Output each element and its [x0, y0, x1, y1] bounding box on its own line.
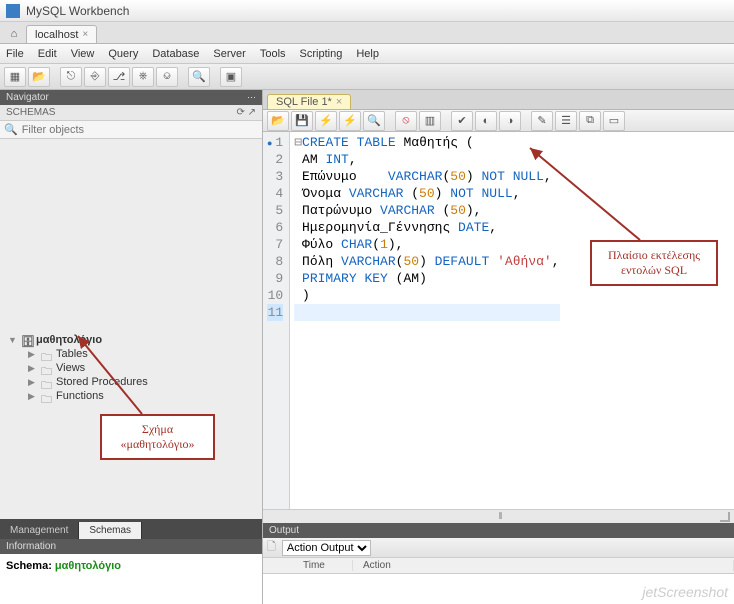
- menu-file[interactable]: File: [6, 48, 24, 60]
- refresh-icon[interactable]: ⟳ ↗: [236, 107, 256, 118]
- panel-options-icon[interactable]: ⋯: [247, 92, 256, 103]
- folder-icon: 🗀: [41, 363, 53, 373]
- watermark: jetScreenshot: [642, 584, 728, 600]
- sql-editor[interactable]: ●1234567891011 ⊟CREATE TABLE Μαθητής ( A…: [263, 132, 734, 509]
- toolbar-icon[interactable]: ⧉: [579, 111, 601, 131]
- schema-tree[interactable]: ▼ 🗄 μαθητολόγιο ▶🗀Tables ▶🗀Views ▶🗀Store…: [0, 139, 262, 519]
- chevron-right-icon: ▶: [28, 349, 38, 360]
- menu-edit[interactable]: Edit: [38, 48, 57, 60]
- horizontal-scrollbar[interactable]: ⦀: [263, 509, 734, 523]
- app-title: MySQL Workbench: [26, 4, 129, 18]
- info-label: Schema:: [6, 560, 52, 572]
- chevron-right-icon: ▶: [28, 363, 38, 374]
- folder-icon: 🗀: [41, 391, 53, 401]
- close-icon[interactable]: ×: [336, 96, 342, 108]
- execute-current-icon[interactable]: ⚡: [339, 111, 361, 131]
- navigator-header: Navigator ⋯: [0, 90, 262, 105]
- open-sql-icon[interactable]: 📂: [28, 67, 50, 87]
- stop-icon[interactable]: ⦸: [395, 111, 417, 131]
- commit-icon[interactable]: ✔: [451, 111, 473, 131]
- toolbar-icon[interactable]: ◐: [475, 111, 497, 131]
- window-titlebar: MySQL Workbench: [0, 0, 734, 22]
- database-icon: 🗄: [21, 335, 33, 345]
- tab-schemas[interactable]: Schemas: [79, 522, 142, 539]
- toolbar-icon[interactable]: ▣: [220, 67, 242, 87]
- connection-tab[interactable]: localhost ×: [26, 25, 97, 43]
- new-sql-tab-icon[interactable]: ▦: [4, 67, 26, 87]
- open-icon[interactable]: 📂: [267, 111, 289, 131]
- output-selector[interactable]: Action Output: [282, 540, 371, 556]
- annotation-sql: Πλαίσιο εκτέλεσης εντολών SQL: [590, 240, 718, 286]
- output-columns: Time Action: [263, 558, 734, 574]
- app-logo-icon: [6, 4, 20, 18]
- menu-scripting[interactable]: Scripting: [300, 48, 343, 60]
- search-icon: 🔍: [4, 123, 18, 136]
- folder-icon: 🗀: [41, 377, 53, 387]
- save-icon[interactable]: 💾: [291, 111, 313, 131]
- menubar: File Edit View Query Database Server Too…: [0, 44, 734, 64]
- toolbar-icon[interactable]: ⎇: [108, 67, 130, 87]
- explain-icon[interactable]: 🔍: [363, 111, 385, 131]
- schemas-header: SCHEMAS ⟳ ↗: [0, 105, 262, 121]
- right-panel: SQL File 1* × 📂 💾 ⚡ ⚡ 🔍 ⦸ ▥ ✔ ◐ ◑ ✎ ☰ ⧉ …: [263, 90, 734, 604]
- tree-folder-functions[interactable]: ▶🗀Functions: [22, 389, 260, 403]
- home-icon[interactable]: ⌂: [4, 25, 24, 43]
- sql-tabstrip: SQL File 1* ×: [263, 90, 734, 110]
- connection-tabstrip: ⌂ localhost ×: [0, 22, 734, 44]
- chevron-down-icon[interactable]: ▼: [8, 335, 18, 345]
- information-panel: Schema: μαθητολόγιο: [0, 554, 262, 604]
- navigator-tabs: Management Schemas: [0, 519, 262, 539]
- menu-query[interactable]: Query: [108, 48, 138, 60]
- search-icon[interactable]: 🔍: [188, 67, 210, 87]
- menu-view[interactable]: View: [71, 48, 95, 60]
- menu-server[interactable]: Server: [213, 48, 245, 60]
- tree-folder-procedures[interactable]: ▶🗀Stored Procedures: [22, 375, 260, 389]
- toolbar-icon[interactable]: ⎆: [84, 67, 106, 87]
- code-area[interactable]: ⊟CREATE TABLE Μαθητής ( AM INT, Επώνυμο …: [290, 132, 563, 509]
- menu-database[interactable]: Database: [152, 48, 199, 60]
- tree-folder-tables[interactable]: ▶🗀Tables: [22, 347, 260, 361]
- toolbar-icon[interactable]: ◑: [499, 111, 521, 131]
- tab-management[interactable]: Management: [0, 522, 79, 539]
- toolbar-icon[interactable]: ⎈: [132, 67, 154, 87]
- main-toolbar: ▦ 📂 ⎋ ⎆ ⎇ ⎈ ⎉ 🔍 ▣: [0, 64, 734, 90]
- tree-folder-views[interactable]: ▶🗀Views: [22, 361, 260, 375]
- annotation-schema: Σχήμα «μαθητολόγιο»: [100, 414, 215, 460]
- chevron-right-icon: ▶: [28, 391, 38, 402]
- info-schema-name: μαθητολόγιο: [55, 560, 121, 572]
- sql-tab-label: SQL File 1*: [276, 96, 332, 108]
- toolbar-icon[interactable]: ▭: [603, 111, 625, 131]
- execute-icon[interactable]: ⚡: [315, 111, 337, 131]
- chevron-right-icon: ▶: [28, 377, 38, 388]
- menu-help[interactable]: Help: [356, 48, 379, 60]
- tree-schema-node[interactable]: ▼ 🗄 μαθητολόγιο: [2, 333, 260, 347]
- col-time: Time: [293, 560, 353, 571]
- col-action: Action: [353, 560, 734, 571]
- output-header: Output: [263, 523, 734, 538]
- toolbar-icon[interactable]: ⎉: [156, 67, 178, 87]
- toolbar-icon[interactable]: ✎: [531, 111, 553, 131]
- toolbar-icon[interactable]: ⎋: [60, 67, 82, 87]
- close-icon[interactable]: ×: [82, 29, 88, 40]
- toolbar-icon[interactable]: ▥: [419, 111, 441, 131]
- folder-icon: 🗀: [41, 349, 53, 359]
- beautify-icon[interactable]: ☰: [555, 111, 577, 131]
- menu-tools[interactable]: Tools: [260, 48, 286, 60]
- output-clear-icon[interactable]: 🗋: [267, 538, 276, 557]
- information-header: Information: [0, 539, 262, 554]
- left-panel: Navigator ⋯ SCHEMAS ⟳ ↗ 🔍 ▼ 🗄 μαθητολόγι…: [0, 90, 263, 604]
- connection-tab-label: localhost: [35, 29, 78, 41]
- output-toolbar: 🗋 Action Output: [263, 538, 734, 558]
- sql-toolbar: 📂 💾 ⚡ ⚡ 🔍 ⦸ ▥ ✔ ◐ ◑ ✎ ☰ ⧉ ▭: [263, 110, 734, 132]
- sql-file-tab[interactable]: SQL File 1* ×: [267, 94, 351, 109]
- filter-input[interactable]: [22, 124, 258, 136]
- filter-row: 🔍: [0, 121, 262, 139]
- line-gutter: ●1234567891011: [263, 132, 290, 509]
